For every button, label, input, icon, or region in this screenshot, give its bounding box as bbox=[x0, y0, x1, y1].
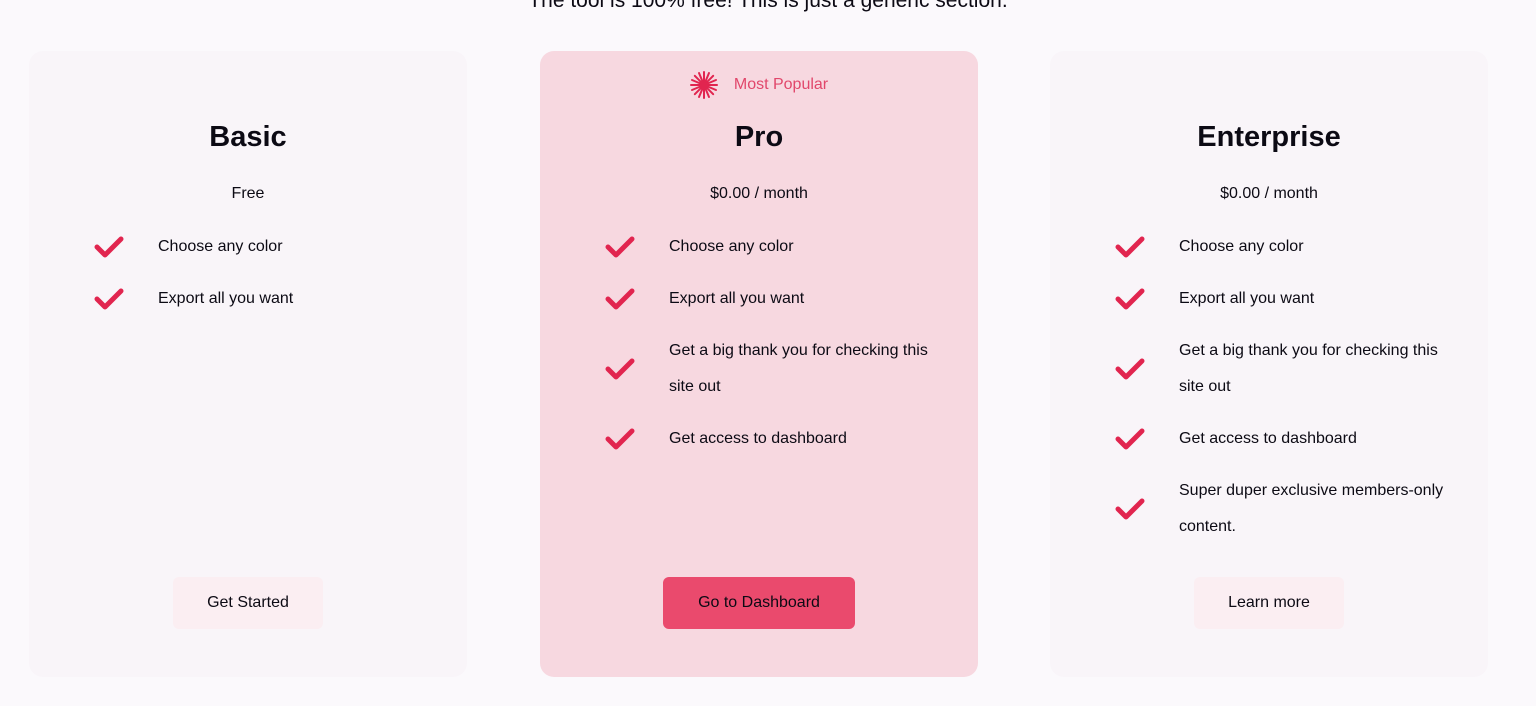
check-icon bbox=[1115, 427, 1145, 451]
learn-more-button[interactable]: Learn more bbox=[1194, 577, 1344, 629]
plan-price: Free bbox=[231, 185, 265, 202]
check-icon bbox=[1115, 357, 1145, 381]
feature-item: Super duper exclusive members-only conte… bbox=[1115, 473, 1445, 545]
starburst-icon bbox=[689, 71, 718, 99]
feature-item: Get a big thank you for checking this si… bbox=[605, 333, 935, 405]
plan-title: Pro bbox=[734, 121, 784, 153]
feature-item: Get access to dashboard bbox=[1115, 421, 1445, 457]
check-icon bbox=[1115, 287, 1145, 311]
feature-item: Export all you want bbox=[1115, 281, 1445, 317]
feature-item: Get a big thank you for checking this si… bbox=[1115, 333, 1445, 405]
feature-text: Get access to dashboard bbox=[669, 430, 847, 447]
feature-text: Get access to dashboard bbox=[1179, 430, 1357, 447]
plan-title: Basic bbox=[209, 121, 287, 153]
feature-item: Export all you want bbox=[605, 281, 935, 317]
feature-list: Choose any color Export all you want Get… bbox=[1115, 229, 1445, 561]
plan-card-enterprise: Enterprise $0.00 / month Choose any colo… bbox=[1050, 51, 1488, 677]
feature-item: Export all you want bbox=[94, 281, 424, 317]
check-icon bbox=[1115, 235, 1145, 259]
feature-text: Choose any color bbox=[158, 238, 283, 255]
check-icon bbox=[94, 235, 124, 259]
check-icon bbox=[605, 357, 635, 381]
feature-item: Choose any color bbox=[94, 229, 424, 265]
plan-card-pro: Most Popular Pro $0.00 / month Choose an… bbox=[540, 51, 978, 677]
feature-list: Choose any color Export all you want bbox=[94, 229, 424, 333]
check-icon bbox=[605, 427, 635, 451]
check-icon bbox=[1115, 497, 1145, 521]
feature-text: Super duper exclusive members-only conte… bbox=[1179, 482, 1444, 535]
feature-item: Get access to dashboard bbox=[605, 421, 935, 457]
go-to-dashboard-button[interactable]: Go to Dashboard bbox=[663, 577, 855, 629]
plan-card-basic: Basic Free Choose any color Export all y… bbox=[29, 51, 467, 677]
feature-text: Export all you want bbox=[1179, 290, 1315, 307]
get-started-button[interactable]: Get Started bbox=[173, 577, 323, 629]
feature-text: Get a big thank you for checking this si… bbox=[669, 342, 928, 395]
feature-text: Export all you want bbox=[669, 290, 805, 307]
feature-item: Choose any color bbox=[605, 229, 935, 265]
check-icon bbox=[605, 235, 635, 259]
check-icon bbox=[94, 287, 124, 311]
plan-price: $0.00 / month bbox=[710, 185, 808, 202]
feature-text: Choose any color bbox=[1179, 238, 1304, 255]
feature-text: Choose any color bbox=[669, 238, 794, 255]
check-icon bbox=[605, 287, 635, 311]
plan-title: Enterprise bbox=[1197, 121, 1341, 153]
plan-price: $0.00 / month bbox=[1220, 185, 1318, 202]
badge-label: Most Popular bbox=[733, 76, 829, 93]
feature-text: Export all you want bbox=[158, 290, 294, 307]
most-popular-badge: Most Popular bbox=[540, 71, 978, 99]
feature-text: Get a big thank you for checking this si… bbox=[1179, 342, 1438, 395]
section-intro-text: The tool is 100% free! This is just a ge… bbox=[528, 0, 1008, 12]
feature-item: Choose any color bbox=[1115, 229, 1445, 265]
feature-list: Choose any color Export all you want Get… bbox=[605, 229, 935, 473]
